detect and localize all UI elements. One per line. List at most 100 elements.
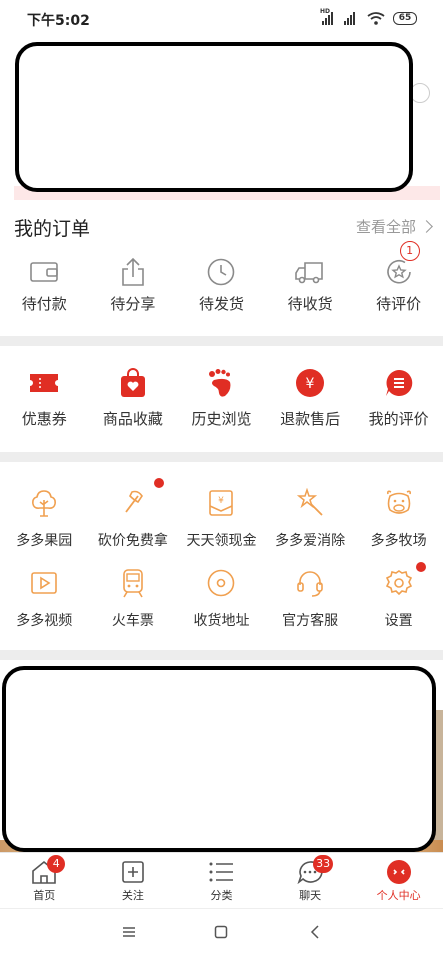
- tab-label: 个人中心: [377, 887, 421, 903]
- service-label: 历史浏览: [191, 408, 251, 429]
- service-label: 退款售后: [280, 408, 340, 429]
- footprint-icon: [204, 366, 238, 400]
- tool-label: 多多爱消除: [275, 530, 345, 550]
- gear-icon: [382, 566, 416, 600]
- bottom-tab-bar: 4 首页 关注 分类 33 聊天 个人中心: [0, 852, 443, 909]
- share-icon: [116, 255, 150, 289]
- refund-entry[interactable]: ¥ 退款售后: [266, 366, 355, 429]
- chat-icon: 33: [297, 859, 323, 885]
- review-count-badge: 1: [400, 241, 420, 261]
- eliminate-game-entry[interactable]: 多多爱消除: [266, 486, 355, 550]
- home-icon: 4: [31, 859, 57, 885]
- tree-icon: [27, 486, 61, 520]
- orchard-entry[interactable]: 多多果园: [0, 486, 89, 550]
- notification-dot: [416, 562, 426, 572]
- order-pending-payment[interactable]: 待付款: [0, 255, 89, 314]
- my-review-icon: [382, 366, 416, 400]
- notification-dot: [154, 478, 164, 488]
- tab-home[interactable]: 4 首页: [0, 853, 89, 909]
- signal-icon: [344, 12, 355, 25]
- tool-label: 多多视频: [16, 610, 72, 630]
- tab-profile[interactable]: 个人中心: [354, 853, 443, 909]
- axe-icon: [116, 486, 150, 520]
- tab-category[interactable]: 分类: [177, 853, 266, 909]
- bargain-entry[interactable]: 砍价免费拿: [89, 486, 178, 550]
- battery-icon: 65: [393, 12, 417, 25]
- clock-icon: [204, 255, 238, 289]
- order-label: 待评价: [376, 293, 421, 314]
- status-time: 下午5:02: [27, 10, 90, 30]
- follow-icon: [120, 859, 146, 885]
- tool-label: 火车票: [112, 610, 154, 630]
- tool-label: 砍价免费拿: [98, 530, 168, 550]
- tool-label: 多多果园: [16, 530, 72, 550]
- svg-text:¥: ¥: [306, 376, 315, 392]
- category-icon: [208, 859, 234, 885]
- tab-chat[interactable]: 33 聊天: [266, 853, 355, 909]
- wifi-icon: [367, 12, 385, 25]
- review-icon: 1: [382, 255, 416, 289]
- back-nav-icon[interactable]: [308, 925, 322, 939]
- home-nav-icon[interactable]: [214, 925, 228, 939]
- order-pending-shipment[interactable]: 待发货: [177, 255, 266, 314]
- service-label: 优惠券: [22, 408, 67, 429]
- tool-label: 天天领现金: [186, 530, 256, 550]
- favorites-entry[interactable]: 商品收藏: [89, 366, 178, 429]
- orders-title: 我的订单: [14, 214, 90, 241]
- coupon-entry[interactable]: 优惠券: [0, 366, 89, 429]
- system-nav-bar: [0, 908, 443, 961]
- ranch-entry[interactable]: 多多牧场: [354, 486, 443, 550]
- signal-icon: [322, 12, 333, 25]
- cash-envelope-icon: ¥: [204, 486, 238, 520]
- order-pending-share[interactable]: 待分享: [89, 255, 178, 314]
- address-entry[interactable]: 收货地址: [177, 566, 266, 630]
- svg-text:¥: ¥: [219, 496, 225, 506]
- order-label: 待付款: [22, 293, 67, 314]
- star-wand-icon: [293, 486, 327, 520]
- tools-card: 多多果园 砍价免费拿 ¥ 天天领现金 多多爱消除 多多牧场: [0, 462, 443, 650]
- favorite-bag-icon: [116, 366, 150, 400]
- customer-service-entry[interactable]: 官方客服: [266, 566, 355, 630]
- tool-label: 设置: [385, 610, 413, 630]
- video-icon: [27, 566, 61, 600]
- coupon-icon: [27, 366, 61, 400]
- service-label: 我的评价: [369, 408, 429, 429]
- menu-nav-icon[interactable]: [122, 925, 136, 939]
- tab-label: 分类: [210, 887, 232, 903]
- redacted-recommendation-box: [2, 666, 436, 852]
- tool-label: 官方客服: [282, 610, 338, 630]
- order-pending-review[interactable]: 1 待评价: [354, 255, 443, 314]
- home-badge: 4: [47, 855, 65, 873]
- train-icon: [116, 566, 150, 600]
- tool-label: 收货地址: [193, 610, 249, 630]
- view-all-orders-link[interactable]: 查看全部: [356, 216, 431, 237]
- chevron-right-icon: [420, 220, 433, 233]
- tab-label: 聊天: [299, 887, 321, 903]
- status-bar: 下午5:02 HD 65: [0, 0, 443, 38]
- tool-label: 多多牧场: [371, 530, 427, 550]
- truck-icon: [293, 255, 327, 289]
- location-icon: [204, 566, 238, 600]
- tab-follow[interactable]: 关注: [89, 853, 178, 909]
- tab-label: 首页: [33, 887, 55, 903]
- refund-icon: ¥: [293, 366, 327, 400]
- my-reviews-entry[interactable]: 我的评价: [354, 366, 443, 429]
- video-entry[interactable]: 多多视频: [0, 566, 89, 630]
- wallet-icon: [27, 255, 61, 289]
- daily-cash-entry[interactable]: ¥ 天天领现金: [177, 486, 266, 550]
- order-label: 待发货: [199, 293, 244, 314]
- orders-card: 我的订单 查看全部 待付款 待分享 待发货 待收货: [0, 200, 443, 336]
- tab-label: 关注: [122, 887, 144, 903]
- order-label: 待分享: [110, 293, 155, 314]
- settings-entry[interactable]: 设置: [354, 566, 443, 630]
- order-label: 待收货: [288, 293, 333, 314]
- profile-icon: [386, 859, 412, 885]
- header-ring-icon: [410, 83, 430, 103]
- cow-icon: [382, 486, 416, 520]
- services-card: 优惠券 商品收藏 历史浏览 ¥ 退款售后 我的评价: [0, 346, 443, 452]
- service-label: 商品收藏: [103, 408, 163, 429]
- train-ticket-entry[interactable]: 火车票: [89, 566, 178, 630]
- history-entry[interactable]: 历史浏览: [177, 366, 266, 429]
- order-pending-receipt[interactable]: 待收货: [266, 255, 355, 314]
- redacted-profile-box: [15, 42, 413, 192]
